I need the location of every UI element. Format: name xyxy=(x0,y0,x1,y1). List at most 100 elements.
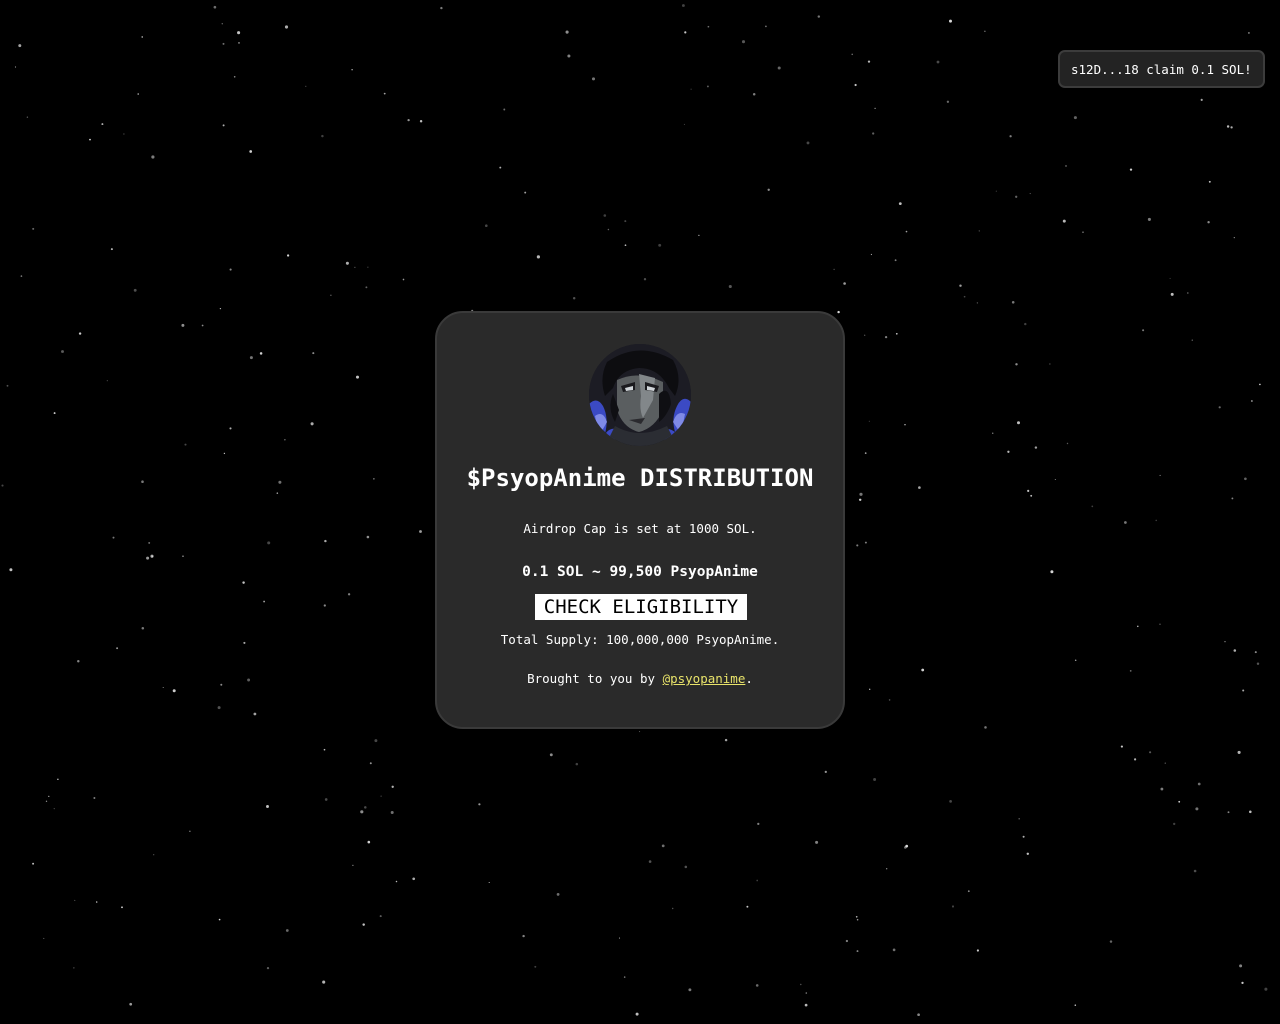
star xyxy=(959,284,962,287)
star xyxy=(1259,383,1261,386)
star xyxy=(874,107,876,110)
star xyxy=(351,69,353,71)
star xyxy=(859,492,863,496)
star xyxy=(683,123,685,125)
star xyxy=(148,541,151,544)
star xyxy=(1147,217,1151,221)
star xyxy=(189,830,191,832)
star xyxy=(1256,662,1260,665)
star xyxy=(101,123,104,126)
credit-line: Brought to you by @psyopanime. xyxy=(437,670,843,688)
star xyxy=(1197,782,1201,786)
star xyxy=(1200,98,1203,101)
star xyxy=(1191,339,1193,341)
star xyxy=(872,132,875,135)
star xyxy=(671,907,674,910)
star xyxy=(724,738,728,742)
star xyxy=(603,214,607,217)
star xyxy=(1226,125,1230,128)
star xyxy=(402,278,405,281)
star xyxy=(284,25,289,29)
star xyxy=(263,600,266,603)
star xyxy=(247,678,251,682)
star xyxy=(1011,301,1015,304)
star xyxy=(391,785,394,788)
star xyxy=(755,984,759,987)
star xyxy=(843,282,846,285)
star xyxy=(20,275,23,277)
star xyxy=(229,268,232,271)
star xyxy=(478,803,481,806)
star xyxy=(1027,489,1030,492)
psyopanime-link[interactable]: @psyopanime xyxy=(663,671,746,686)
star xyxy=(707,25,710,28)
star xyxy=(43,937,45,939)
star xyxy=(259,352,263,355)
star xyxy=(837,310,840,314)
star xyxy=(1241,981,1244,985)
star xyxy=(1149,751,1152,754)
anime-avatar-image xyxy=(589,344,691,446)
star xyxy=(1,484,4,487)
star xyxy=(1137,625,1139,628)
star xyxy=(440,6,443,10)
star xyxy=(141,480,144,484)
star xyxy=(1207,221,1210,224)
star xyxy=(936,60,940,64)
star xyxy=(976,949,980,952)
star xyxy=(48,795,50,798)
star xyxy=(276,492,279,494)
star xyxy=(53,807,55,810)
star xyxy=(89,138,91,141)
star xyxy=(984,30,986,32)
star xyxy=(984,726,987,729)
star xyxy=(503,108,506,111)
star xyxy=(1231,497,1234,500)
star xyxy=(1264,987,1268,991)
star xyxy=(1254,651,1257,654)
star xyxy=(367,266,369,268)
star xyxy=(1062,219,1066,223)
star xyxy=(242,581,245,584)
star xyxy=(360,810,364,814)
star xyxy=(1247,31,1250,34)
star xyxy=(249,150,253,153)
star xyxy=(1186,292,1189,294)
star xyxy=(267,541,271,545)
star xyxy=(141,626,145,630)
star xyxy=(851,53,853,56)
star xyxy=(223,452,226,455)
star xyxy=(366,535,370,539)
star xyxy=(1159,623,1161,625)
star xyxy=(499,166,502,169)
star xyxy=(488,881,490,884)
star xyxy=(146,556,150,560)
star xyxy=(1017,421,1020,425)
star xyxy=(976,302,979,304)
star xyxy=(1160,787,1164,791)
star xyxy=(1195,807,1199,811)
star xyxy=(266,805,269,808)
star xyxy=(395,880,398,883)
star xyxy=(379,915,382,918)
star xyxy=(635,1012,639,1016)
star xyxy=(1030,494,1033,497)
star xyxy=(1009,135,1012,138)
star xyxy=(607,228,610,231)
star xyxy=(1249,810,1252,814)
page-title: $PsyopAnime DISTRIBUTION xyxy=(466,464,814,492)
star xyxy=(618,937,621,939)
star xyxy=(728,284,732,289)
star xyxy=(815,840,819,844)
star xyxy=(151,155,155,159)
star xyxy=(1054,478,1056,481)
airdrop-cap-text: Airdrop Cap is set at 1000 SOL. xyxy=(523,521,757,536)
star xyxy=(355,375,360,379)
star xyxy=(321,134,324,138)
star xyxy=(567,54,571,58)
star xyxy=(1120,745,1123,748)
check-eligibility-button[interactable]: CHECK ELIGIBILITY xyxy=(535,594,747,620)
star xyxy=(14,66,17,68)
star xyxy=(253,712,257,716)
avatar xyxy=(589,344,691,446)
